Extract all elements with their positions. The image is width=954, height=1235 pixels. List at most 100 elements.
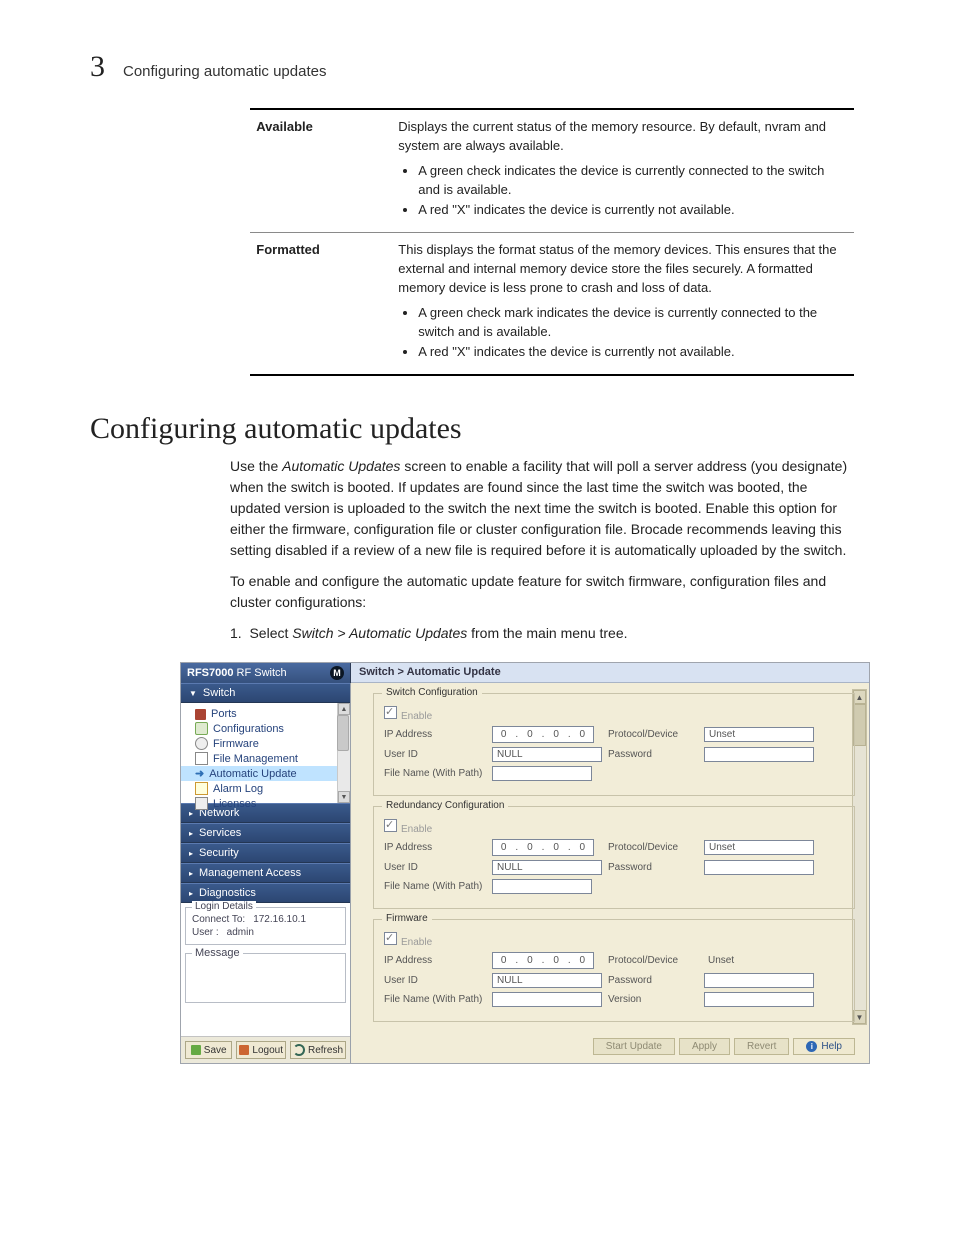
enable-checkbox[interactable]: Enable xyxy=(384,932,486,948)
group-firmware: Firmware Enable IP Address 0.0.0.0 Proto… xyxy=(373,919,855,1022)
enable-checkbox[interactable]: Enable xyxy=(384,706,486,722)
scroll-down-icon[interactable]: ▼ xyxy=(338,791,350,803)
version-input[interactable] xyxy=(704,992,814,1007)
ip-label: IP Address xyxy=(384,955,486,966)
help-icon: i xyxy=(806,1041,817,1052)
protocol-input[interactable]: Unset xyxy=(704,840,814,855)
scroll-up-icon[interactable]: ▲ xyxy=(338,703,350,715)
memory-table: Available Displays the current status of… xyxy=(250,108,854,376)
protocol-value: Unset xyxy=(704,953,814,968)
ip-label: IP Address xyxy=(384,729,486,740)
userid-input[interactable]: NULL xyxy=(492,747,602,762)
group-legend: Switch Configuration xyxy=(382,687,482,698)
tree-scrollbar[interactable]: ▲ ▼ xyxy=(337,703,350,803)
password-label: Password xyxy=(608,862,698,873)
help-button[interactable]: iHelp xyxy=(793,1038,855,1055)
chapter-number: 3 xyxy=(90,50,105,84)
message-box: Message xyxy=(185,953,346,1003)
port-icon xyxy=(195,709,206,720)
password-label: Password xyxy=(608,749,698,760)
filename-input[interactable] xyxy=(492,766,592,781)
row-key-formatted: Formatted xyxy=(250,233,392,376)
tree-item-filemanagement[interactable]: File Management xyxy=(181,751,350,766)
checkbox-icon xyxy=(384,706,397,719)
section-heading: Configuring automatic updates xyxy=(90,412,864,446)
user-label: User : xyxy=(192,927,219,938)
caret-right-icon: ▸ xyxy=(189,889,193,898)
protocol-label: Protocol/Device xyxy=(608,729,698,740)
start-update-button[interactable]: Start Update xyxy=(593,1038,675,1055)
app-screenshot: RFS7000 RF Switch M Switch > Automatic U… xyxy=(180,662,870,1064)
tree-item-configurations[interactable]: Configurations xyxy=(181,721,350,736)
filename-label: File Name (With Path) xyxy=(384,994,486,1005)
revert-button[interactable]: Revert xyxy=(734,1038,789,1055)
tree-item-licenses[interactable]: Licenses xyxy=(181,796,350,811)
sidebar-section-managementaccess[interactable]: ▸Management Access xyxy=(181,863,350,883)
protocol-input[interactable]: Unset xyxy=(704,727,814,742)
sidebar: ▼Switch Ports Configurations Firmware Fi… xyxy=(181,683,351,1063)
intro-paragraph: Use the Automatic Updates screen to enab… xyxy=(230,456,854,561)
row-body-available: Displays the current status of the memor… xyxy=(392,109,854,233)
tree-item-alarmlog[interactable]: Alarm Log xyxy=(181,781,350,796)
sidebar-section-services[interactable]: ▸Services xyxy=(181,823,350,843)
user-value: admin xyxy=(227,927,254,938)
group-legend: Firmware xyxy=(382,913,432,924)
filename-label: File Name (With Path) xyxy=(384,881,486,892)
checkbox-icon xyxy=(384,932,397,945)
userid-label: User ID xyxy=(384,749,486,760)
userid-label: User ID xyxy=(384,975,486,986)
sidebar-section-switch[interactable]: ▼Switch xyxy=(181,683,350,703)
caret-right-icon: ▸ xyxy=(189,849,193,858)
row-key-available: Available xyxy=(250,109,392,233)
refresh-button[interactable]: Refresh xyxy=(290,1041,346,1059)
panel-footer: Start Update Apply Revert iHelp xyxy=(373,1032,855,1055)
userid-label: User ID xyxy=(384,862,486,873)
userid-input[interactable]: NULL xyxy=(492,973,602,988)
logout-icon xyxy=(239,1045,249,1055)
caret-right-icon: ▸ xyxy=(189,869,193,878)
save-icon xyxy=(191,1045,201,1055)
password-input[interactable] xyxy=(704,860,814,875)
config-icon xyxy=(195,722,208,735)
login-details-legend: Login Details xyxy=(192,901,256,912)
apply-button[interactable]: Apply xyxy=(679,1038,730,1055)
auto-update-icon: ➜ xyxy=(195,767,204,780)
password-input[interactable] xyxy=(704,747,814,762)
protocol-label: Protocol/Device xyxy=(608,842,698,853)
password-input[interactable] xyxy=(704,973,814,988)
chapter-title: Configuring automatic updates xyxy=(123,63,326,80)
lead-paragraph: To enable and configure the automatic up… xyxy=(230,571,854,613)
login-details-box: Login Details Connect To:172.16.10.1 Use… xyxy=(185,907,346,945)
sidebar-section-security[interactable]: ▸Security xyxy=(181,843,350,863)
group-switch-configuration: Switch Configuration Enable IP Address 0… xyxy=(373,693,855,796)
version-label: Version xyxy=(608,994,698,1005)
tree-item-automaticupdate[interactable]: ➜Automatic Update xyxy=(181,766,350,781)
tree-item-firmware[interactable]: Firmware xyxy=(181,736,350,751)
row-body-formatted: This displays the format status of the m… xyxy=(392,233,854,376)
breadcrumb: Switch > Automatic Update xyxy=(351,663,869,683)
ip-input[interactable]: 0.0.0.0 xyxy=(492,726,594,743)
logout-button[interactable]: Logout xyxy=(236,1041,286,1059)
ip-input[interactable]: 0.0.0.0 xyxy=(492,952,594,969)
app-title: RFS7000 RF Switch M xyxy=(181,663,351,683)
scroll-thumb[interactable] xyxy=(337,715,349,751)
connect-to-value: 172.16.10.1 xyxy=(253,914,306,925)
sidebar-footer: Save Logout Refresh xyxy=(181,1036,350,1063)
protocol-label: Protocol/Device xyxy=(608,955,698,966)
main-panel: ▲ ▼ Switch Configuration Enable IP Addre… xyxy=(351,683,869,1063)
tree-item-ports[interactable]: Ports xyxy=(181,707,350,721)
filename-input[interactable] xyxy=(492,992,602,1007)
firmware-icon xyxy=(195,737,208,750)
caret-right-icon: ▸ xyxy=(189,829,193,838)
ip-input[interactable]: 0.0.0.0 xyxy=(492,839,594,856)
password-label: Password xyxy=(608,975,698,986)
license-icon xyxy=(195,797,208,810)
filename-input[interactable] xyxy=(492,879,592,894)
userid-input[interactable]: NULL xyxy=(492,860,602,875)
save-button[interactable]: Save xyxy=(185,1041,232,1059)
caret-down-icon: ▼ xyxy=(189,689,197,698)
sidebar-section-diagnostics[interactable]: ▸Diagnostics xyxy=(181,883,350,903)
checkbox-icon xyxy=(384,819,397,832)
group-redundancy-configuration: Redundancy Configuration Enable IP Addre… xyxy=(373,806,855,909)
enable-checkbox[interactable]: Enable xyxy=(384,819,486,835)
